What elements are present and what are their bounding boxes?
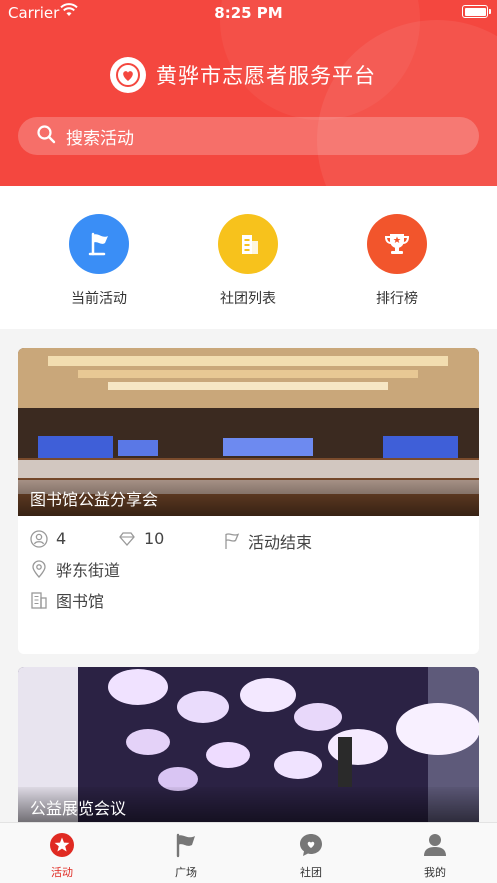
trophy-icon [367, 214, 427, 274]
quick-link-club-list[interactable]: 社团列表 [188, 214, 308, 308]
quick-link-label: 排行榜 [376, 291, 418, 307]
activity-status: 活动结束 [222, 529, 312, 553]
tab-label: 活动 [51, 866, 73, 879]
tab-bar: 活动 广场 社团 我的 [0, 822, 497, 883]
location-pin-icon [32, 560, 46, 578]
tab-clubs[interactable]: 社团 [271, 831, 351, 880]
search-icon [36, 124, 56, 148]
app-brand: 黄骅市志愿者服务平台 [110, 56, 376, 94]
activity-title: 图书馆公益分享会 [18, 478, 479, 516]
activity-image: 公益展览会议 [18, 667, 479, 827]
volunteer-logo-icon [110, 57, 146, 93]
tab-label: 我的 [424, 866, 446, 879]
location: 骅东街道 [30, 557, 120, 581]
tab-mine[interactable]: 我的 [395, 831, 475, 880]
activity-status-value: 活动结束 [248, 533, 313, 552]
participant-count: 4 [30, 529, 66, 548]
activity-image: 图书馆公益分享会 [18, 348, 479, 516]
status-bar: Carrier 8:25 PM [0, 0, 497, 26]
activity-title: 公益展览会议 [18, 787, 479, 825]
header: Carrier 8:25 PM 黄骅市志愿者服务平台 搜索活动 [0, 0, 497, 186]
points: 10 [118, 529, 164, 548]
battery-icon [462, 5, 491, 18]
tab-plaza[interactable]: 广场 [146, 831, 226, 880]
app-title: 黄骅市志愿者服务平台 [156, 64, 376, 88]
tab-activities[interactable]: 活动 [22, 831, 102, 880]
search-placeholder: 搜索活动 [66, 128, 134, 149]
flag-icon [172, 831, 200, 859]
points-value: 10 [144, 529, 165, 548]
search-bar[interactable]: 搜索活动 [18, 117, 479, 155]
location-value: 骅东街道 [56, 561, 121, 580]
quick-link-label: 当前活动 [71, 291, 127, 307]
activity-card[interactable]: 公益展览会议 [18, 667, 479, 827]
chat-heart-icon [297, 831, 325, 859]
user-icon [421, 831, 449, 859]
quick-link-leaderboard[interactable]: 排行榜 [337, 214, 457, 308]
tab-label: 社团 [300, 866, 322, 879]
building-icon [218, 214, 278, 274]
quick-links: 当前活动 社团列表 排行榜 [0, 186, 497, 329]
user-icon [30, 529, 48, 548]
quick-link-current-activities[interactable]: 当前活动 [39, 214, 159, 308]
flag-icon [69, 214, 129, 274]
participant-count-value: 4 [56, 529, 67, 548]
tab-label: 广场 [175, 866, 197, 879]
building-outline-icon [31, 592, 47, 609]
star-icon [48, 831, 76, 859]
organization: 图书馆 [30, 588, 104, 612]
clock: 8:25 PM [214, 4, 283, 22]
flag-outline-icon [225, 533, 240, 549]
organization-value: 图书馆 [56, 592, 105, 611]
activity-card[interactable]: 图书馆公益分享会 4 10 活动结束 骅东街道 图书馆 [18, 348, 479, 654]
diamond-icon [119, 531, 135, 546]
quick-link-label: 社团列表 [220, 291, 276, 307]
